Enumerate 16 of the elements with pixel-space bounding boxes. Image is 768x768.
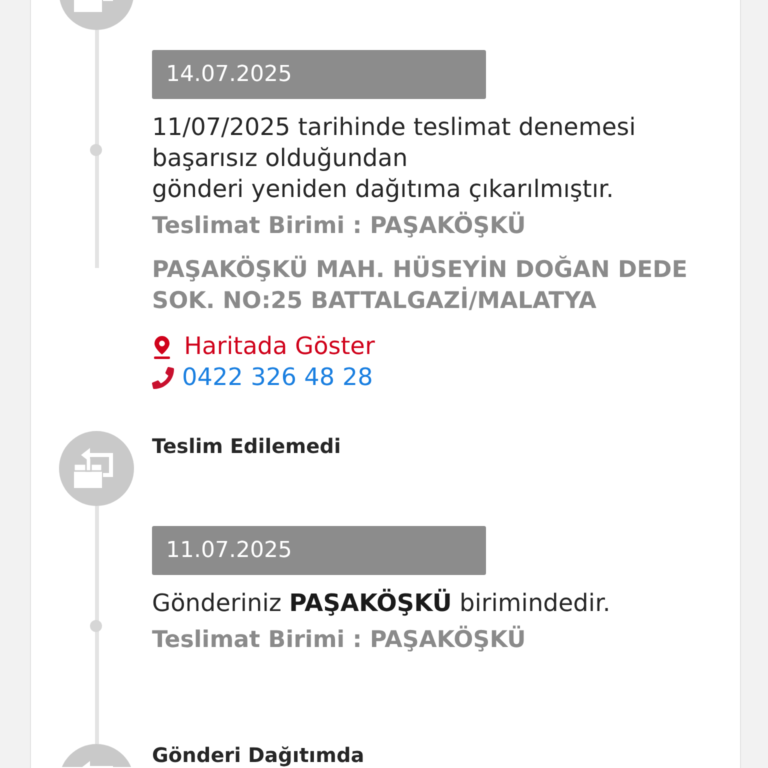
phone-link[interactable]: 0422 326 48 28	[152, 362, 373, 393]
status-title: Teslim Edilemedi	[152, 433, 342, 460]
address-text: PAŞAKÖŞKÜ MAH. HÜSEYİN DOĞAN DEDE SOK. NO:25 BATTALGAZİ/MALATYA	[152, 255, 688, 316]
phone-icon	[152, 366, 174, 388]
status-description: 11/07/2025 tarihinde teslimat denemesi başarısız olduğundan gönderi yeniden dağıtıma çıkarılmıştır.	[152, 112, 636, 205]
box-return-icon	[59, 431, 134, 506]
date-label: 14.07.2025	[152, 50, 486, 99]
delivery-unit-text: Teslimat Birimi : PAŞAKÖŞKÜ	[152, 625, 526, 655]
location-pin-icon	[152, 334, 172, 358]
status-description: Gönderiniz PAŞAKÖŞKÜ birimindedir.	[152, 588, 610, 619]
timeline-dot	[90, 620, 102, 632]
date-label: 11.07.2025	[152, 526, 486, 575]
show-on-map-link[interactable]: Haritada Göster	[152, 331, 375, 362]
status-title: Gönderi Dağıtımda	[152, 744, 366, 766]
delivery-unit-text: Teslimat Birimi : PAŞAKÖŞKÜ	[152, 211, 526, 241]
timeline-dot	[90, 144, 102, 156]
